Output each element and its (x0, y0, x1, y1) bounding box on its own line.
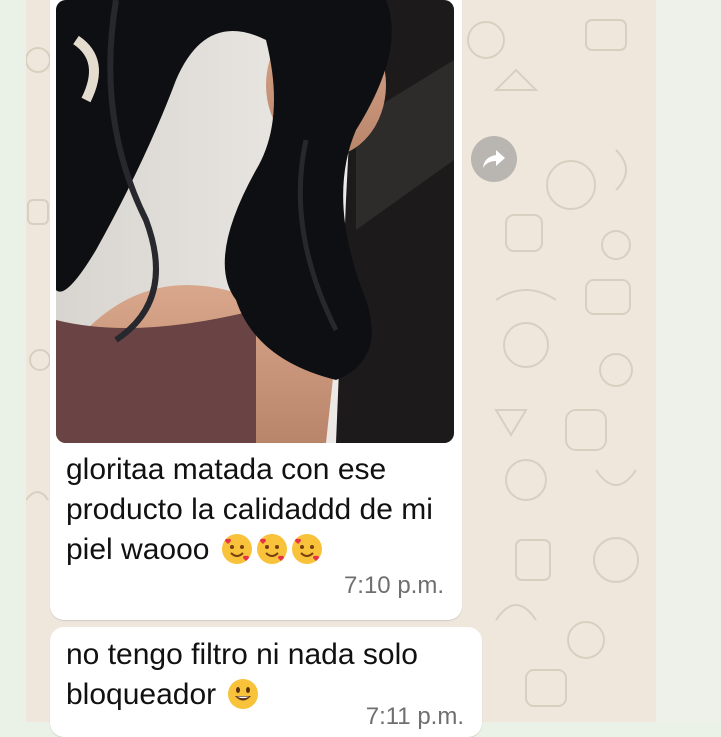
forward-arrow-icon (483, 150, 505, 168)
smiling-face-with-hearts-icon (256, 534, 287, 564)
message-timestamp: 7:11 p.m. (365, 703, 464, 730)
message-timestamp: 7:10 p.m. (343, 572, 444, 599)
message-text-content: gloritaa matada con ese producto la cali… (66, 453, 442, 566)
smiling-face-with-hearts-icon (221, 534, 252, 564)
message-bubble-image[interactable]: gloritaa matada con ese producto la cali… (50, 0, 462, 620)
forward-button[interactable] (471, 136, 517, 182)
photo-illustration (56, 0, 454, 443)
smiling-face-with-hearts-icon (291, 534, 322, 564)
grinning-face-icon (228, 679, 259, 709)
message-bubble-text[interactable]: no tengo filtro ni nada solo bloqueador … (50, 627, 482, 737)
window-edge (656, 0, 721, 722)
shared-photo[interactable] (56, 0, 454, 443)
message-text: gloritaa matada con ese producto la cali… (66, 450, 456, 570)
